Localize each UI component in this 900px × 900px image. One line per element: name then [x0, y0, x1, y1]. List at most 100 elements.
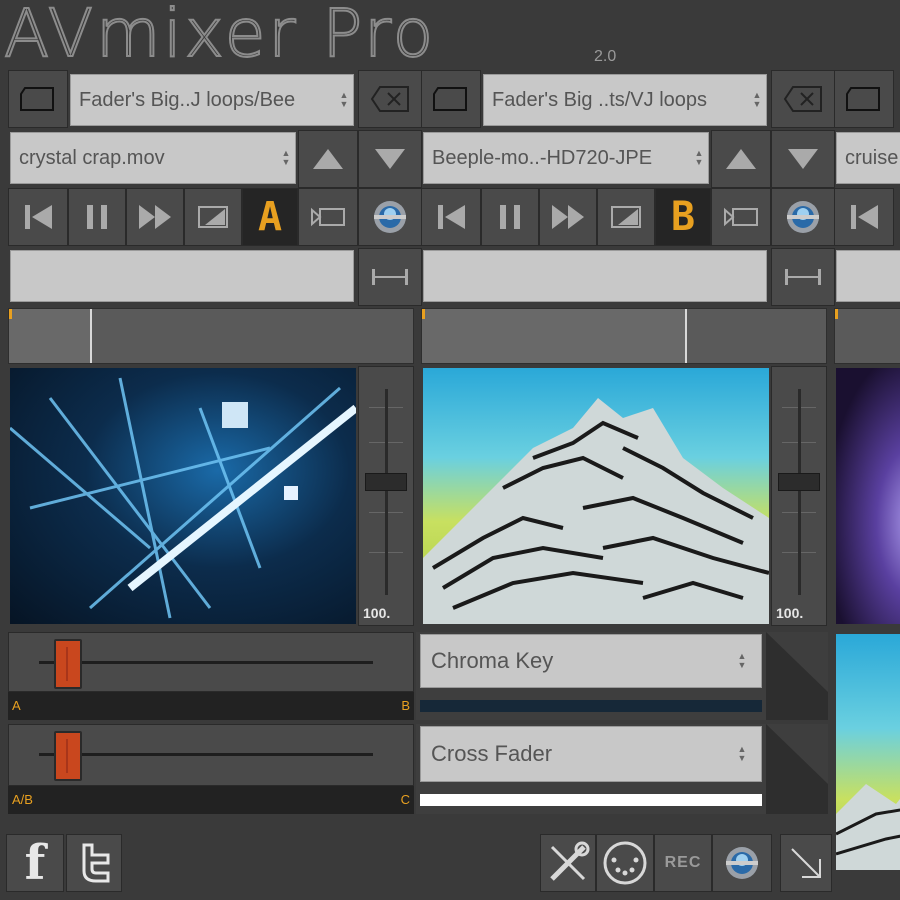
folder-icon — [20, 87, 54, 111]
sync-button[interactable] — [358, 188, 422, 246]
camera-button[interactable] — [711, 188, 771, 246]
clip-info-field[interactable] — [10, 250, 354, 302]
globe-icon — [374, 201, 406, 233]
clip-info-field[interactable] — [836, 250, 900, 302]
clear-playlist-button[interactable] — [771, 70, 835, 128]
folder-select[interactable]: Fader's Big..J loops/Bee ▲ ▼ — [70, 74, 354, 126]
fit-width-button[interactable] — [358, 248, 422, 306]
position-scrubber[interactable] — [834, 308, 900, 364]
abc-crossfader[interactable] — [8, 724, 414, 786]
updown-icon: ▲ ▼ — [737, 744, 747, 763]
midi-button[interactable] — [596, 834, 654, 892]
open-folder-button[interactable] — [421, 70, 481, 128]
skip-back-icon — [438, 205, 465, 229]
opacity-fader[interactable]: 100. — [771, 366, 827, 626]
corner-decor — [766, 632, 828, 720]
crossfader-right-label: B — [401, 698, 410, 713]
skip-back-icon — [851, 205, 878, 229]
crossfader-left-label: A — [12, 698, 21, 713]
opacity-track — [798, 389, 801, 595]
crossfader-left-label: A/B — [12, 792, 33, 807]
output-sync-button[interactable] — [712, 834, 772, 892]
opacity-knob[interactable] — [778, 473, 820, 491]
clip-select[interactable]: crystal crap.mov ▲ ▼ — [10, 132, 296, 184]
opacity-fader[interactable]: 100. — [358, 366, 414, 626]
fit-width-button[interactable] — [771, 248, 835, 306]
corner-decor — [766, 724, 828, 814]
fader-mode-select[interactable]: Cross Fader ▲ ▼ — [420, 726, 762, 782]
skip-back-icon — [25, 205, 52, 229]
sync-button[interactable] — [771, 188, 835, 246]
deck-preview — [423, 368, 769, 624]
clip-info-field[interactable] — [423, 250, 767, 302]
fader-mode-name: Cross Fader — [431, 741, 553, 766]
skip-back-button[interactable] — [834, 188, 894, 246]
preview-image — [836, 784, 900, 870]
deck-c: cruise — [834, 70, 900, 900]
open-folder-button[interactable] — [834, 70, 894, 128]
folder-path: Fader's Big ..ts/VJ loops — [492, 88, 708, 111]
fast-forward-icon — [139, 205, 171, 229]
clear-playlist-button[interactable] — [358, 70, 422, 128]
tools-icon — [550, 841, 590, 881]
updown-icon: ▲ ▼ — [339, 90, 349, 109]
clip-name: crystal crap.mov — [19, 146, 165, 169]
fast-forward-button[interactable] — [539, 188, 597, 246]
updown-icon: ▲ ▼ — [281, 148, 291, 167]
fast-forward-button[interactable] — [126, 188, 184, 246]
position-scrubber[interactable] — [421, 308, 827, 364]
app-title: AVmixer Pro — [3, 0, 437, 73]
effect-panel: Chroma Key ▲ ▼ — [416, 632, 828, 720]
skip-back-button[interactable] — [421, 188, 481, 246]
twitter-button[interactable] — [66, 834, 122, 892]
deck-letter-button[interactable]: A — [242, 188, 298, 246]
position-scrubber[interactable] — [8, 308, 414, 364]
triangle-down-icon — [375, 149, 405, 169]
opacity-value: 100. — [363, 605, 391, 621]
loop-start-marker — [9, 309, 12, 319]
prev-clip-button[interactable] — [711, 130, 771, 188]
pause-icon — [87, 205, 107, 229]
preview-image — [423, 398, 769, 624]
settings-button[interactable] — [540, 834, 596, 892]
fader-level-fill — [420, 794, 762, 806]
prev-clip-button[interactable] — [298, 130, 358, 188]
next-clip-button[interactable] — [771, 130, 835, 188]
open-folder-button[interactable] — [8, 70, 68, 128]
app-version: 2.0 — [594, 48, 617, 65]
facebook-button[interactable]: f — [6, 834, 64, 892]
clip-select[interactable]: cruise — [836, 132, 900, 184]
effect-level-bar[interactable] — [420, 700, 762, 712]
pause-button[interactable] — [481, 188, 539, 246]
pause-button[interactable] — [68, 188, 126, 246]
fit-width-icon — [372, 269, 408, 285]
clip-select[interactable]: Beeple-mo..-HD720-JPE ▲ ▼ — [423, 132, 709, 184]
deck-letter: B — [670, 194, 696, 240]
fader-level-bar[interactable] — [420, 794, 762, 806]
opacity-knob[interactable] — [365, 473, 407, 491]
skip-back-button[interactable] — [8, 188, 68, 246]
output-preview — [836, 634, 900, 870]
folder-select[interactable]: Fader's Big ..ts/VJ loops ▲ ▼ — [483, 74, 767, 126]
delete-icon — [370, 86, 409, 112]
delete-icon — [783, 86, 822, 112]
next-clip-button[interactable] — [358, 130, 422, 188]
ab-crossfader[interactable] — [8, 632, 414, 692]
camera-icon — [311, 207, 345, 227]
record-button[interactable]: REC — [654, 834, 712, 892]
updown-icon: ▲ ▼ — [737, 651, 747, 670]
effect-select[interactable]: Chroma Key ▲ ▼ — [420, 634, 762, 688]
crossfader-labels: A B — [8, 692, 414, 720]
fullscreen-button[interactable] — [780, 834, 832, 892]
facebook-icon: f — [24, 835, 46, 891]
position-fill — [9, 309, 92, 363]
camera-icon — [724, 207, 758, 227]
deck-a: Fader's Big..J loops/Bee ▲ ▼ crystal crap… — [8, 70, 422, 630]
crossfader-knob[interactable] — [53, 731, 82, 781]
camera-button[interactable] — [298, 188, 358, 246]
crossfader-knob[interactable] — [53, 639, 82, 689]
output-window-button[interactable] — [184, 188, 242, 246]
updown-icon: ▲ ▼ — [752, 90, 762, 109]
output-window-button[interactable] — [597, 188, 655, 246]
deck-letter-button[interactable]: B — [655, 188, 711, 246]
